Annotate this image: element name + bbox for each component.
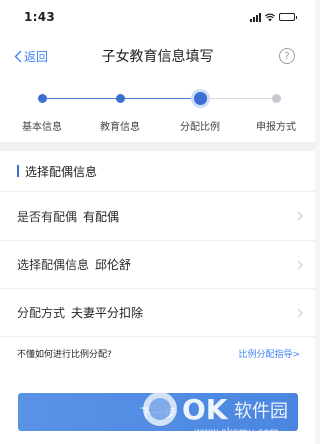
row-value: 夫妻平分扣除 xyxy=(71,306,144,320)
help-icon[interactable]: ? xyxy=(279,48,295,64)
signal-icon xyxy=(250,12,261,22)
row-value: 有配偶 xyxy=(83,209,120,224)
section-header: 选择配偶信息 xyxy=(0,151,315,191)
back-label: 返回 xyxy=(24,49,49,64)
chevron-right-icon xyxy=(297,308,303,317)
step-label-4: 申报方式 xyxy=(256,122,296,133)
step-label-3: 分配比例 xyxy=(180,122,220,133)
row-label: 选择配偶信息 xyxy=(17,258,90,272)
step-dot-1 xyxy=(38,94,47,103)
chevron-right-icon xyxy=(297,211,303,221)
chevron-left-icon xyxy=(14,50,22,62)
row-label: 是否有配偶 xyxy=(17,209,78,224)
spouse-status-row[interactable]: 是否有配偶 有配偶 xyxy=(0,192,315,240)
step-progress: 基本信息 教育信息 分配比例 申报方式 xyxy=(0,78,315,142)
section-accent-bar xyxy=(17,165,19,177)
step-label-1: 基本信息 xyxy=(22,122,62,133)
battery-icon xyxy=(279,13,297,21)
step-connector xyxy=(120,98,200,99)
row-value: 邱伦舒 xyxy=(95,258,132,272)
wifi-icon xyxy=(265,13,275,21)
step-label-2: 教育信息 xyxy=(100,122,140,133)
step-connector xyxy=(200,98,276,99)
status-bar: 1:43 xyxy=(0,0,315,34)
allocation-method-row[interactable]: 分配方式 夫妻平分扣除 xyxy=(0,289,315,336)
step-dot-4 xyxy=(272,94,281,103)
spouse-info-row[interactable]: 选择配偶信息 邱伦舒 xyxy=(0,241,315,288)
bottom-action-area: 下一步 xyxy=(0,369,315,444)
next-step-button[interactable]: 下一步 xyxy=(18,393,298,431)
section-divider xyxy=(0,142,315,151)
chevron-right-icon xyxy=(297,260,303,269)
step-dot-2 xyxy=(116,94,125,103)
status-icons xyxy=(250,12,297,22)
section-title: 选择配偶信息 xyxy=(25,164,98,179)
hint-text: 不懂如何进行比例分配? xyxy=(17,349,112,360)
allocation-hint-row: 不懂如何进行比例分配? 比例分配指导> xyxy=(0,337,315,369)
step-dot-3 xyxy=(194,92,207,105)
allocation-guide-link[interactable]: 比例分配指导> xyxy=(238,347,300,360)
row-label: 分配方式 xyxy=(17,306,66,320)
status-time: 1:43 xyxy=(24,10,56,24)
step-connector xyxy=(42,98,120,99)
nav-bar: 返回 子女教育信息填写 ? xyxy=(0,34,315,78)
back-button[interactable]: 返回 xyxy=(14,34,48,78)
